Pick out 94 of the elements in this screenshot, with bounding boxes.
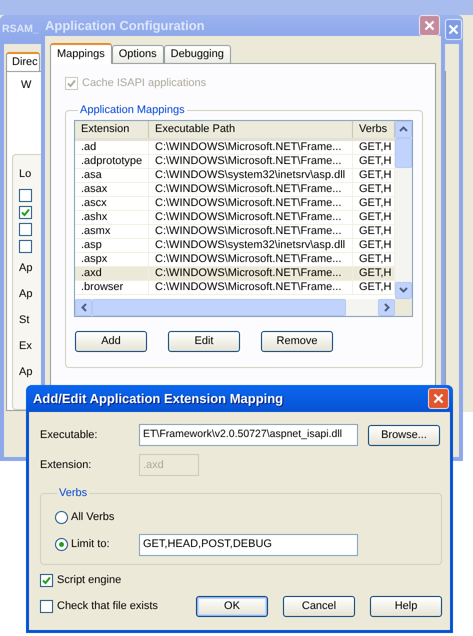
checkbox[interactable] [19,189,32,202]
label: Ap [19,364,32,380]
scrollbar-corner [395,298,412,316]
checkbox[interactable] [40,600,53,612]
table-cell: .adprototype [75,154,149,168]
button[interactable]: Cancel [283,596,355,617]
window-title: RSAM_ [2,22,39,37]
table-cell: .asp [75,238,149,252]
table-row[interactable]: .aspx C:\WINDOWS\Microsoft.NET\Frame... GET,H [75,252,395,266]
table-cell: C:\WINDOWS\Microsoft.NET\Frame... [149,252,353,266]
table-row[interactable]: .ad C:\WINDOWS\Microsoft.NET\Frame... GET,H [75,140,395,154]
vertical-scrollbar[interactable] [395,120,412,298]
close-button[interactable] [445,19,462,40]
group-title: Verbs [58,486,88,501]
table-cell: C:\WINDOWS\Microsoft.NET\Frame... [149,182,353,196]
table-cell: .ashx [75,210,149,224]
chevron-left-icon [80,302,86,312]
scroll-left-button[interactable] [75,298,92,316]
radio-label: Limit to: [71,537,111,552]
button[interactable]: Help [370,596,442,617]
table-cell: C:\WINDOWS\Microsoft.NET\Frame... [149,140,353,154]
checkbox-label: Cache ISAPI applications [82,76,206,91]
scroll-down-button[interactable] [395,282,412,298]
table-cell: C:\WINDOWS\system32\inetsrv\asp.dll [149,238,353,252]
table-row[interactable]: .asmx C:\WINDOWS\Microsoft.NET\Frame... GET,H [75,224,395,238]
table-row[interactable]: .axd C:\WINDOWS\Microsoft.NET\Frame... GET,H [75,266,395,280]
table-cell: C:\WINDOWS\Microsoft.NET\Frame... [149,266,353,280]
close-button[interactable] [419,15,440,36]
button[interactable]: Remove [261,330,333,352]
table-cell: C:\WINDOWS\Microsoft.NET\Frame... [149,224,353,238]
table-cell: C:\WINDOWS\Microsoft.NET\Frame... [149,210,353,224]
radio-button[interactable] [55,538,68,551]
input-field[interactable]: GET,HEAD,POST,DEBUG [139,534,358,556]
table-cell: .asmx [75,224,149,238]
window-title: Application Configuration [45,16,205,35]
close-icon [424,20,435,31]
scroll-right-button[interactable] [378,298,395,316]
button[interactable]: Edit [168,330,240,352]
label: Lo [19,166,32,182]
table-row[interactable]: .asp C:\WINDOWS\system32\inetsrv\asp.dll GET,H [75,238,395,252]
table-cell: C:\WINDOWS\system32\inetsrv\asp.dll [149,168,353,182]
tab[interactable]: Debugging [164,45,231,63]
close-icon [448,24,459,35]
table-cell: .browser [75,280,149,294]
radio-label: All Verbs [71,510,116,526]
chevron-down-icon [399,287,408,293]
label: W [21,78,32,92]
table-row[interactable]: .adprototype C:\WINDOWS\Microsoft.NET\Frame... GET,H [75,154,395,168]
tab[interactable]: Direc [6,52,40,71]
table-cell: .asa [75,168,149,182]
close-icon [433,393,444,404]
table-row[interactable]: .ascx C:\WINDOWS\Microsoft.NET\Frame... GET,H [75,196,395,210]
scroll-thumb[interactable] [92,298,346,316]
scroll-thumb[interactable] [395,138,412,168]
chevron-right-icon [384,302,390,312]
checkbox[interactable] [19,240,32,253]
horizontal-scrollbar[interactable] [75,298,395,316]
label: Ex [19,338,32,354]
table-cell: C:\WINDOWS\Microsoft.NET\Frame... [149,280,353,294]
table-row[interactable]: .ashx C:\WINDOWS\Microsoft.NET\Frame... GET,H [75,210,395,224]
field-label: Executable: [40,428,98,443]
table-cell: .ascx [75,196,149,210]
tab[interactable]: Options [112,45,164,63]
scroll-up-button[interactable] [395,120,412,138]
table-cell: .aspx [75,252,149,266]
table-cell: .axd [75,266,149,280]
checkbox-label: Script engine [57,572,122,588]
table-row[interactable]: .asax C:\WINDOWS\Microsoft.NET\Frame... GET,H [75,182,395,196]
window-title: Add/Edit Application Extension Mapping [33,390,284,408]
checkbox-label: Check that file exists [57,598,158,614]
table-row[interactable]: .asa C:\WINDOWS\system32\inetsrv\asp.dll GET,H [75,168,395,182]
radio-button[interactable] [55,511,68,524]
group-title: Application Mappings [79,103,186,118]
browse-button[interactable]: Browse... [368,424,440,446]
table-cell: .asax [75,182,149,196]
table-cell: C:\WINDOWS\Microsoft.NET\Frame... [149,196,353,210]
tab[interactable]: Mappings [50,43,112,64]
column-header[interactable]: Executable Path [149,120,353,138]
table-row[interactable]: .browser C:\WINDOWS\Microsoft.NET\Frame... GET,H [75,280,395,294]
checkbox[interactable] [19,223,32,236]
input-field[interactable]: ET\Framework\v2.0.50727\aspnet_isapi.dll [139,424,358,446]
field-label: Extension: [40,458,92,473]
button[interactable]: OK [196,596,268,617]
column-header[interactable]: Extension [75,120,149,138]
chevron-up-icon [399,126,408,132]
table-cell: C:\WINDOWS\Microsoft.NET\Frame... [149,154,353,168]
close-button[interactable] [428,388,449,409]
checkbox[interactable] [19,206,32,219]
table-cell: .ad [75,140,149,154]
checkbox[interactable] [40,574,53,586]
button[interactable]: Add [75,330,147,352]
label: Ap [19,286,32,302]
label: Ap [19,260,32,276]
label: St [19,312,30,328]
